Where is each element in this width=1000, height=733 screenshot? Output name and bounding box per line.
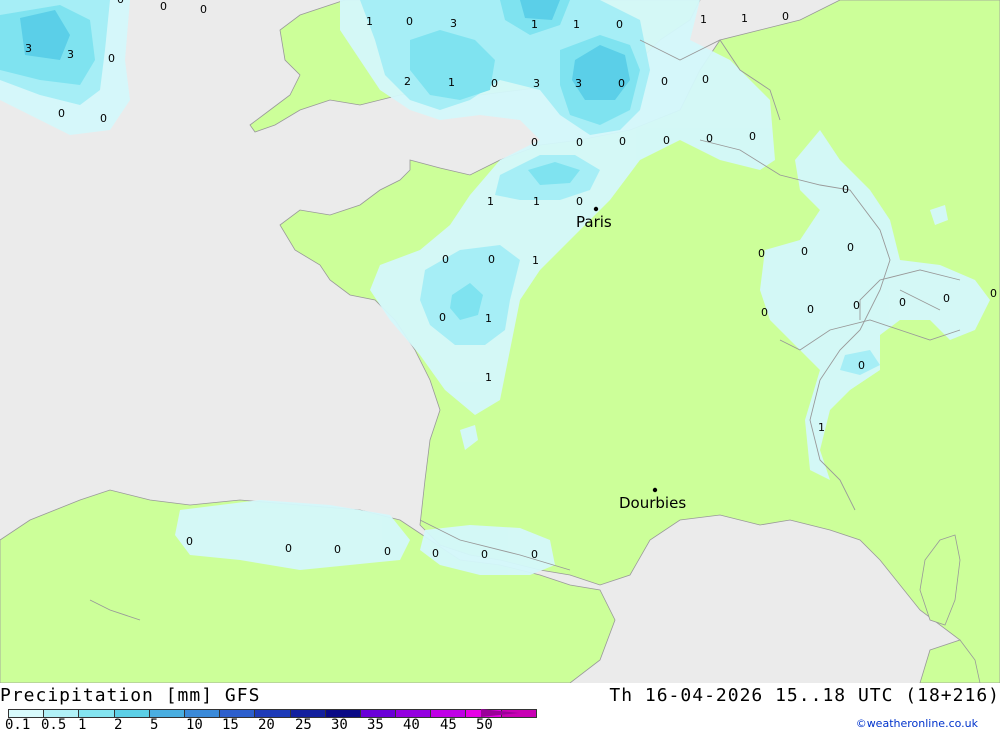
precip-value: 0 bbox=[406, 15, 413, 28]
precip-value: 3 bbox=[575, 77, 582, 90]
scale-tick-label: 15 bbox=[222, 717, 239, 733]
precip-value: 3 bbox=[67, 48, 74, 61]
precip-value: 0 bbox=[481, 548, 488, 561]
precip-value: 0 bbox=[576, 195, 583, 208]
precip-value: 0 bbox=[661, 75, 668, 88]
city-marker-dourbies bbox=[652, 487, 658, 493]
scale-tick-label: 45 bbox=[440, 717, 457, 733]
precip-value: 0 bbox=[842, 183, 849, 196]
valid-time: Th 16-04-2026 15..18 UTC (18+216) bbox=[609, 685, 1000, 706]
precipitation-map: 0 0 0 3 3 0 0 0 1 0 3 1 1 0 1 1 0 2 1 0 3 3 0 0 0 0 0 0 0 0 0 1 1 0 0 0 1 0 1 1… bbox=[0, 0, 1000, 683]
city-marker-paris bbox=[593, 206, 599, 212]
credit-link[interactable]: ©weatheronline.co.uk bbox=[856, 717, 978, 730]
precip-value: 1 bbox=[487, 195, 494, 208]
scale-tick-label: 0.1 bbox=[5, 717, 31, 733]
precip-value: 0 bbox=[334, 543, 341, 556]
chart-title: Precipitation [mm] GFS bbox=[0, 685, 261, 706]
precip-value: 0 bbox=[531, 136, 538, 149]
precip-value: 0 bbox=[706, 132, 713, 145]
scale-tick-label: 20 bbox=[258, 717, 275, 733]
city-label-dourbies: Dourbies bbox=[619, 494, 686, 512]
precip-value: 0 bbox=[442, 253, 449, 266]
scale-tick-label: 5 bbox=[150, 717, 159, 733]
precip-value: 0 bbox=[384, 545, 391, 558]
precip-value: 0 bbox=[285, 542, 292, 555]
scale-tick-label: 40 bbox=[403, 717, 420, 733]
precip-value: 0 bbox=[117, 0, 124, 6]
precip-value: 1 bbox=[818, 421, 825, 434]
scale-tick-label: 50 bbox=[476, 717, 493, 733]
precip-value: 1 bbox=[485, 371, 492, 384]
scale-tick-label: 0.5 bbox=[41, 717, 67, 733]
precip-value: 0 bbox=[160, 0, 167, 13]
precip-value: 0 bbox=[758, 247, 765, 260]
precip-value: 0 bbox=[702, 73, 709, 86]
precip-value: 0 bbox=[439, 311, 446, 324]
precip-value: 0 bbox=[990, 287, 997, 300]
precip-value: 0 bbox=[576, 136, 583, 149]
precip-value: 1 bbox=[531, 18, 538, 31]
precip-value: 1 bbox=[532, 254, 539, 267]
legend-footer: Precipitation [mm] GFS Th 16-04-2026 15.… bbox=[0, 683, 1000, 733]
precip-value: 0 bbox=[58, 107, 65, 120]
precip-value: 0 bbox=[749, 130, 756, 143]
precip-value: 0 bbox=[491, 77, 498, 90]
precip-value: 0 bbox=[616, 18, 623, 31]
precip-value: 1 bbox=[485, 312, 492, 325]
precip-value: 0 bbox=[619, 135, 626, 148]
precip-value: 0 bbox=[618, 77, 625, 90]
precip-value: 1 bbox=[700, 13, 707, 26]
precip-value: 2 bbox=[404, 75, 411, 88]
scale-tick-label: 10 bbox=[186, 717, 203, 733]
scale-tick-label: 1 bbox=[78, 717, 87, 733]
precip-value: 0 bbox=[186, 535, 193, 548]
precip-value: 0 bbox=[200, 3, 207, 16]
color-scale-arrow bbox=[481, 709, 519, 717]
precip-value: 1 bbox=[741, 12, 748, 25]
precip-value: 0 bbox=[847, 241, 854, 254]
city-label-paris: Paris bbox=[576, 213, 612, 231]
precip-value: 0 bbox=[858, 359, 865, 372]
scale-tick-label: 2 bbox=[114, 717, 123, 733]
scale-tick-label: 30 bbox=[331, 717, 348, 733]
precip-value: 0 bbox=[432, 547, 439, 560]
precip-value: 1 bbox=[448, 76, 455, 89]
scale-tick-label: 25 bbox=[295, 717, 312, 733]
precip-value: 0 bbox=[488, 253, 495, 266]
precip-value: 3 bbox=[25, 42, 32, 55]
precip-value: 0 bbox=[663, 134, 670, 147]
precip-value: 1 bbox=[573, 18, 580, 31]
precip-value: 3 bbox=[533, 77, 540, 90]
precip-value: 0 bbox=[100, 112, 107, 125]
precip-value: 0 bbox=[782, 10, 789, 23]
precip-value: 0 bbox=[943, 292, 950, 305]
precip-value: 0 bbox=[531, 548, 538, 561]
precip-value: 1 bbox=[366, 15, 373, 28]
scale-tick-label: 35 bbox=[367, 717, 384, 733]
precip-value: 0 bbox=[801, 245, 808, 258]
precip-value: 0 bbox=[108, 52, 115, 65]
precip-value: 3 bbox=[450, 17, 457, 30]
precip-value: 0 bbox=[853, 299, 860, 312]
precip-value: 0 bbox=[899, 296, 906, 309]
precip-value: 1 bbox=[533, 195, 540, 208]
precip-value: 0 bbox=[761, 306, 768, 319]
precip-value: 0 bbox=[807, 303, 814, 316]
